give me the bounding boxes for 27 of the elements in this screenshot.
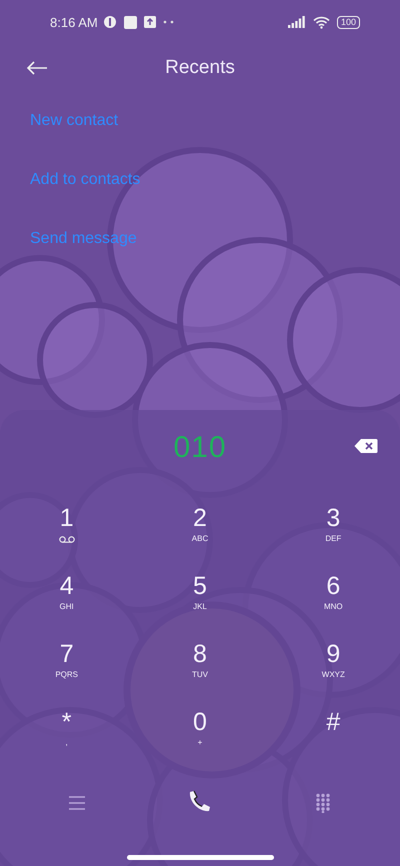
battery-indicator: 100 [336,16,360,28]
dial-key[interactable]: * , [0,700,134,768]
dial-key[interactable]: 4 GHI [0,564,134,632]
dial-key[interactable]: 9 WXYZ [266,632,400,700]
signal-icon [288,16,306,28]
dial-key[interactable]: # [266,700,400,768]
notification-icon [102,15,117,29]
dial-key[interactable]: 3 DEF [266,496,400,564]
dialed-number: 010 [173,431,227,465]
voicemail-icon [58,536,75,543]
dial-key[interactable]: 7 PQRS [0,632,134,700]
square-icon [124,16,137,28]
back-button[interactable] [24,59,50,77]
screen-title: Recents [165,57,235,79]
menu-icon[interactable] [68,796,85,810]
status-time: 8:16 AM [50,14,98,30]
dialpad-icon[interactable] [315,793,332,813]
upload-icon [144,16,156,28]
wifi-icon [312,16,330,28]
dial-key[interactable]: 1 [0,496,134,564]
dial-key[interactable]: 0 + [133,700,267,768]
dial-key[interactable]: 5 JKL [133,564,267,632]
dial-key[interactable]: 2 ABC [133,496,267,564]
more-icon [162,20,175,24]
dial-key[interactable]: 8 TUV [133,632,267,700]
dial-key[interactable]: 6 MNO [266,564,400,632]
backspace-button[interactable] [354,438,378,454]
